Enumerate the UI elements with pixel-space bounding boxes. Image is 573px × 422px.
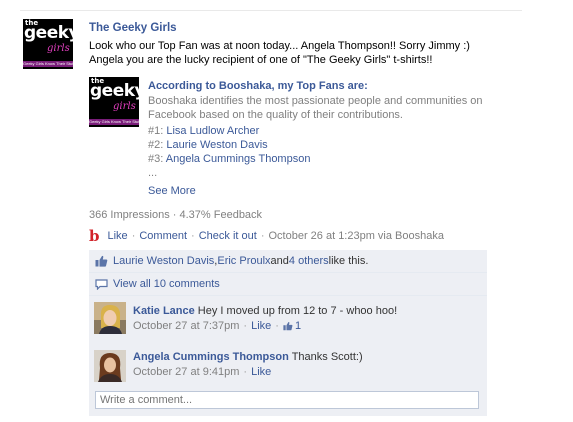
- comment-like-count[interactable]: 1: [283, 320, 301, 332]
- attachment-thumbnail[interactable]: the geeky girls Geeky Girls Know Their S…: [89, 77, 139, 127]
- comment-like-link[interactable]: Like: [251, 320, 271, 332]
- logo-girls-text: girls: [47, 43, 70, 54]
- like-count-value: 1: [294, 320, 302, 332]
- fan-rank: #3:: [148, 153, 166, 165]
- thumbs-up-icon: [95, 255, 108, 267]
- impressions-count: 366 Impressions: [89, 209, 170, 221]
- story-timestamp: October 26 at 1:23pm via Booshaka: [268, 230, 444, 242]
- story-message-line: Look who our Top Fan was at noon today..…: [89, 40, 470, 52]
- comment: Angela Cummings Thompson Thanks Scott:) …: [89, 346, 487, 387]
- list-item: #3: Angela Cummings Thompson: [148, 152, 310, 166]
- check-it-out-link[interactable]: Check it out: [199, 230, 257, 242]
- avatar[interactable]: [94, 350, 126, 382]
- separator-dot: ·: [243, 320, 248, 332]
- commenter-name-link[interactable]: Katie Lance: [133, 305, 195, 317]
- fan-name-link[interactable]: Angela Cummings Thompson: [166, 153, 311, 165]
- logo-tagline: Geeky Girls Know Their Stuff: [23, 61, 73, 67]
- story-author[interactable]: The Geeky Girls: [89, 22, 177, 34]
- fan-name-link[interactable]: Lisa Ludlow Archer: [166, 125, 259, 137]
- list-item: #1: Lisa Ludlow Archer: [148, 124, 310, 138]
- view-all-comments-link[interactable]: View all 10 comments: [113, 278, 220, 290]
- view-all-comments-row[interactable]: View all 10 comments: [89, 273, 487, 296]
- liker-link[interactable]: Laurie Weston Davis: [113, 255, 214, 267]
- logo-tagline: Geeky Girls Know Their Stuff: [89, 119, 139, 125]
- liker-link[interactable]: Eric Proulx: [217, 255, 270, 267]
- comment-like-link[interactable]: Like: [251, 366, 271, 378]
- stats-separator: ·: [169, 209, 180, 221]
- comment-meta: October 27 at 9:41pm · Like: [133, 366, 271, 378]
- attachment-description: Booshaka identifies the most passionate …: [148, 95, 483, 121]
- logo-girls-text: girls: [113, 101, 136, 112]
- comment-body: Angela Cummings Thompson Thanks Scott:): [133, 351, 363, 363]
- like-link[interactable]: Like: [108, 230, 128, 242]
- comment-bubble-icon: [95, 278, 108, 290]
- fan-rank: #2:: [148, 139, 167, 151]
- separator-dot: ·: [260, 230, 265, 242]
- logo-geeky-text: geeky: [90, 81, 139, 101]
- likes-and: and: [270, 255, 289, 267]
- top-fans-list: #1: Lisa Ludlow Archer #2: Laurie Weston…: [148, 124, 310, 166]
- story-actions: b Like · Comment · Check it out · Octobe…: [89, 227, 444, 245]
- katie-avatar-image: [94, 302, 126, 334]
- logo-geeky-text: geeky: [24, 23, 73, 43]
- fan-name-link[interactable]: Laurie Weston Davis: [166, 139, 267, 151]
- comment-meta: October 27 at 7:37pm · Like · 1: [133, 320, 301, 332]
- attachment-title[interactable]: According to Booshaka, my Top Fans are:: [148, 80, 368, 92]
- comment-body: Katie Lance Hey I moved up from 12 to 7 …: [133, 305, 397, 317]
- comment: Katie Lance Hey I moved up from 12 to 7 …: [89, 296, 487, 347]
- comment-text: Hey I moved up from 12 to 7 - whoo hoo!: [194, 305, 398, 317]
- top-divider: [20, 10, 522, 11]
- list-item: #2: Laurie Weston Davis: [148, 138, 310, 152]
- comment-time: October 27 at 9:41pm: [133, 366, 240, 378]
- other-likers-link[interactable]: 4 others: [289, 255, 329, 267]
- angela-avatar-image: [94, 350, 126, 382]
- story-message: Look who our Top Fan was at noon today..…: [89, 39, 509, 67]
- comment-text: Thanks Scott:): [288, 351, 363, 363]
- fan-rank: #1:: [148, 125, 167, 137]
- likes-bar: Laurie Weston Davis, Eric Proulx and 4 o…: [89, 250, 487, 273]
- comment-link[interactable]: Comment: [139, 230, 187, 242]
- avatar[interactable]: [94, 302, 126, 334]
- comment-composer: [89, 386, 487, 416]
- comment-input[interactable]: [95, 391, 479, 409]
- booshaka-app-icon: b: [89, 227, 100, 245]
- separator-dot: ·: [275, 320, 279, 332]
- thumbs-up-icon: [283, 322, 293, 331]
- comment-time: October 27 at 7:37pm: [133, 320, 240, 332]
- fans-ellipsis: ...: [148, 167, 158, 179]
- page-avatar-logo[interactable]: the geeky girls Geeky Girls Know Their S…: [23, 19, 73, 69]
- see-more-link[interactable]: See More: [148, 185, 196, 197]
- separator-dot: ·: [191, 230, 195, 242]
- commenter-name-link[interactable]: Angela Cummings Thompson: [133, 351, 289, 363]
- separator-dot: ·: [131, 230, 136, 242]
- separator-dot: ·: [243, 366, 248, 378]
- story-stats: 366 Impressions · 4.37% Feedback: [89, 209, 262, 221]
- likes-suffix: like this.: [328, 255, 369, 267]
- feedback-percent: 4.37% Feedback: [179, 209, 263, 221]
- story-message-line: Angela you are the lucky recipient of on…: [89, 54, 433, 66]
